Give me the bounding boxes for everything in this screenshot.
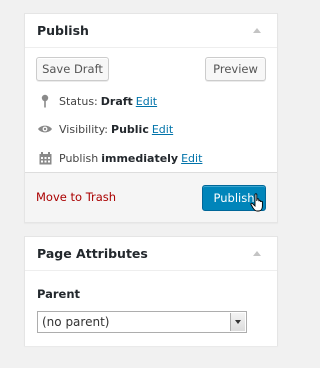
- preview-button[interactable]: Preview: [205, 57, 266, 81]
- parent-select[interactable]: (no parent): [37, 311, 247, 333]
- schedule-value: immediately: [101, 151, 179, 165]
- visibility-edit-link[interactable]: Edit: [152, 123, 173, 136]
- pin-icon: [37, 94, 53, 108]
- status-edit-link[interactable]: Edit: [136, 95, 157, 108]
- calendar-icon: [37, 151, 53, 165]
- schedule-label: Publish: [59, 151, 99, 165]
- visibility-label: Visibility:: [59, 122, 109, 136]
- parent-select-value: (no parent): [42, 315, 110, 329]
- schedule-edit-link[interactable]: Edit: [181, 152, 202, 165]
- hand-cursor-icon: [250, 193, 268, 217]
- page-attributes-header[interactable]: Page Attributes: [25, 237, 277, 271]
- eye-icon: [37, 122, 53, 136]
- parent-label: Parent: [37, 287, 81, 301]
- publish-box-title: Publish: [37, 23, 89, 38]
- publish-box-header[interactable]: Publish: [25, 14, 277, 48]
- major-publishing-actions: Move to Trash Publish: [25, 172, 277, 222]
- dropdown-arrow-icon[interactable]: [230, 313, 245, 331]
- page-attributes-box: Page Attributes Parent (no parent): [24, 236, 278, 346]
- move-to-trash-link[interactable]: Move to Trash: [36, 190, 116, 204]
- collapse-arrow-icon[interactable]: [253, 28, 261, 33]
- visibility-value: Public: [111, 122, 149, 136]
- publish-box: Publish Save Draft Preview Status: Draft…: [24, 13, 278, 223]
- collapse-arrow-icon[interactable]: [253, 251, 261, 256]
- save-draft-button[interactable]: Save Draft: [36, 57, 109, 81]
- status-value: Draft: [100, 94, 133, 108]
- status-row: Status: Draft Edit: [37, 94, 157, 108]
- visibility-row: Visibility: Public Edit: [37, 122, 173, 136]
- schedule-row: Publish immediately Edit: [37, 151, 202, 165]
- page-attributes-title: Page Attributes: [37, 246, 148, 261]
- status-label: Status:: [59, 94, 98, 108]
